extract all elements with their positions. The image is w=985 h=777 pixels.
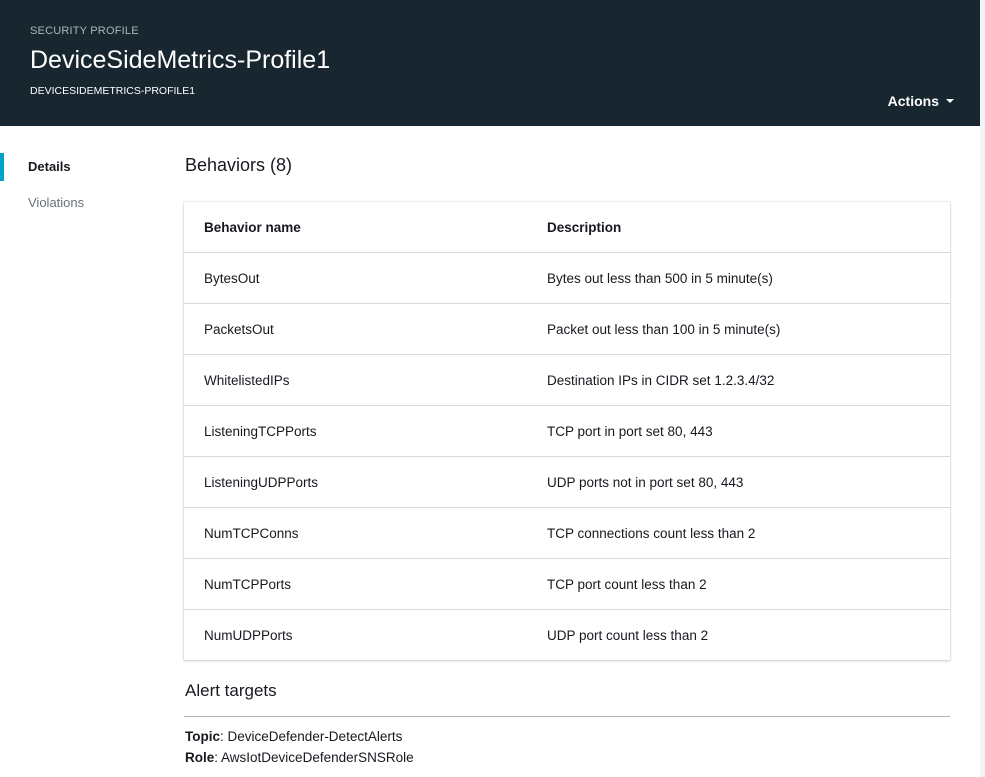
table-row: WhitelistedIPs Destination IPs in CIDR s… — [184, 354, 950, 405]
alert-targets-heading: Alert targets — [185, 681, 277, 700]
header-subtitle: DEVICESIDEMETRICS-PROFILE1 — [30, 85, 196, 97]
side-navigation: Details Violations — [0, 150, 150, 222]
caret-down-icon — [946, 99, 954, 103]
behavior-description-cell: TCP connections count less than 2 — [547, 525, 756, 541]
topic-value: DeviceDefender-DetectAlerts — [227, 729, 403, 744]
nav-item-label: Details — [28, 159, 71, 174]
behavior-name-cell: NumUDPPorts — [204, 627, 293, 643]
role-value: AwsIotDeviceDefenderSNSRole — [221, 750, 414, 765]
actions-dropdown-button[interactable]: Actions — [888, 93, 954, 109]
behavior-description-cell: UDP ports not in port set 80, 443 — [547, 474, 744, 490]
table-row: ListeningUDPPorts UDP ports not in port … — [184, 456, 950, 507]
table-row: NumTCPConns TCP connections count less t… — [184, 507, 950, 558]
column-header-behavior-name: Behavior name — [204, 219, 301, 235]
behavior-description-cell: TCP port in port set 80, 443 — [547, 423, 713, 439]
topic-label: Topic — [185, 729, 220, 744]
behavior-name-cell: BytesOut — [204, 270, 260, 286]
alert-role-line: Role: AwsIotDeviceDefenderSNSRole — [185, 750, 414, 765]
behavior-name-cell: NumTCPPorts — [204, 576, 292, 592]
table-row: PacketsOut Packet out less than 100 in 5… — [184, 303, 950, 354]
behavior-description-cell: UDP port count less than 2 — [547, 627, 709, 643]
table-row: ListeningTCPPorts TCP port in port set 8… — [184, 405, 950, 456]
behavior-description-cell: TCP port count less than 2 — [547, 576, 707, 592]
behavior-name-cell: NumTCPConns — [204, 525, 299, 541]
nav-item-details[interactable]: Details — [0, 150, 150, 184]
page-header: SECURITY PROFILE DeviceSideMetrics-Profi… — [0, 0, 980, 126]
section-divider — [184, 716, 950, 717]
table-row: NumUDPPorts UDP port count less than 2 — [184, 609, 950, 660]
scrollbar-track[interactable] — [980, 0, 985, 777]
nav-item-label: Violations — [28, 195, 85, 210]
behavior-name-cell: WhitelistedIPs — [204, 372, 290, 388]
behavior-description-cell: Bytes out less than 500 in 5 minute(s) — [547, 270, 773, 286]
column-header-description: Description — [547, 219, 622, 235]
behaviors-heading: Behaviors (8) — [185, 155, 293, 175]
behaviors-table: Behavior name Description BytesOut Bytes… — [184, 202, 950, 660]
table-header-row: Behavior name Description — [184, 202, 950, 252]
behavior-description-cell: Destination IPs in CIDR set 1.2.3.4/32 — [547, 372, 775, 388]
behavior-description-cell: Packet out less than 100 in 5 minute(s) — [547, 321, 781, 337]
behavior-name-cell: PacketsOut — [204, 321, 274, 337]
alert-topic-line: Topic: DeviceDefender-DetectAlerts — [185, 729, 403, 744]
behavior-name-cell: ListeningUDPPorts — [204, 474, 319, 490]
page-title: DeviceSideMetrics-Profile1 — [30, 46, 331, 74]
table-row: BytesOut Bytes out less than 500 in 5 mi… — [184, 252, 950, 303]
nav-item-violations[interactable]: Violations — [0, 186, 150, 220]
behavior-name-cell: ListeningTCPPorts — [204, 423, 317, 439]
header-kicker: SECURITY PROFILE — [30, 25, 139, 37]
actions-label: Actions — [887, 93, 939, 109]
table-row: NumTCPPorts TCP port count less than 2 — [184, 558, 950, 609]
role-label: Role — [185, 750, 215, 765]
